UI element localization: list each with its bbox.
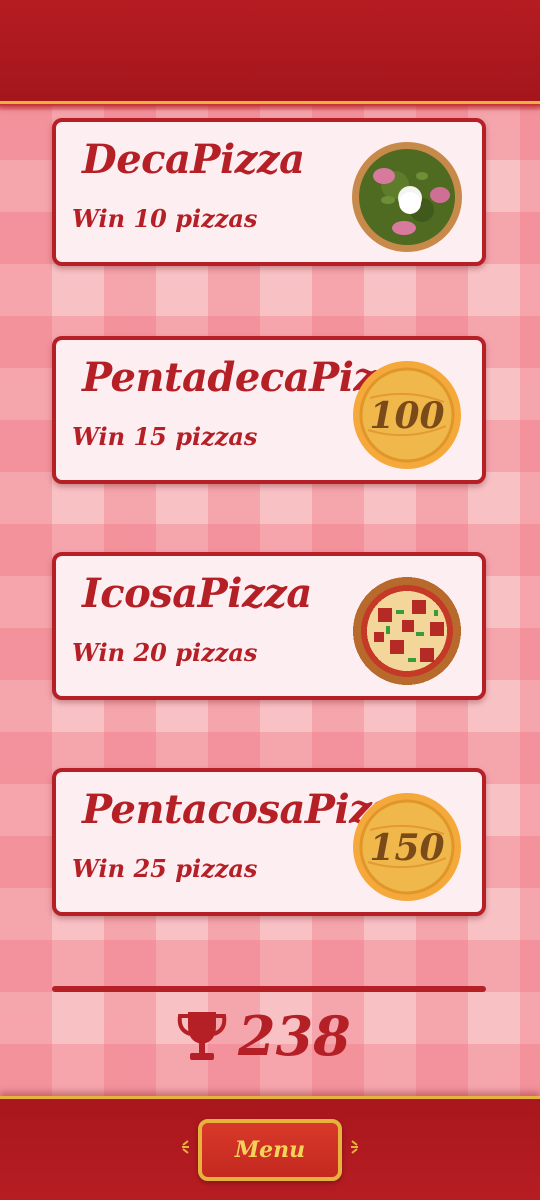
menu-button[interactable]: Menu: [198, 1119, 342, 1181]
achievement-subtitle: Win 10 pizzas: [72, 204, 258, 233]
score-value: 238: [238, 1004, 351, 1068]
achievement-card-decapizza: DecaPizza Win 10 pizzas: [52, 118, 486, 266]
trophy-icon: [177, 1012, 227, 1060]
coin-value: 150: [369, 827, 444, 869]
achievement-subtitle: Win 25 pizzas: [72, 854, 258, 883]
sparkle-left-icon: [182, 1140, 189, 1154]
coin-icon: 100: [350, 358, 464, 472]
achievement-title: IcosaPizza: [82, 570, 312, 617]
achievement-subtitle: Win 15 pizzas: [72, 422, 258, 451]
coin-icon: 150: [350, 790, 464, 904]
achievement-card-pentacosapizza: PentacosaPizza Win 25 pizzas 150: [52, 768, 486, 916]
pixel-pizza-icon: [350, 574, 464, 688]
top-bar: [0, 0, 540, 111]
achievement-title: DecaPizza: [82, 136, 305, 183]
score-display: 238: [176, 1004, 351, 1068]
coin-value: 100: [369, 395, 444, 437]
achievement-card-icosapizza: IcosaPizza Win 20 pizzas: [52, 552, 486, 700]
sparkle-right-icon: [351, 1140, 358, 1154]
achievement-card-pentadecapizza: PentadecaPizza Win 15 pizzas 100: [52, 336, 486, 484]
menu-button-label: Menu: [234, 1137, 306, 1163]
divider: [52, 986, 486, 992]
achievement-subtitle: Win 20 pizzas: [72, 638, 258, 667]
pesto-pizza-icon: [350, 140, 464, 254]
